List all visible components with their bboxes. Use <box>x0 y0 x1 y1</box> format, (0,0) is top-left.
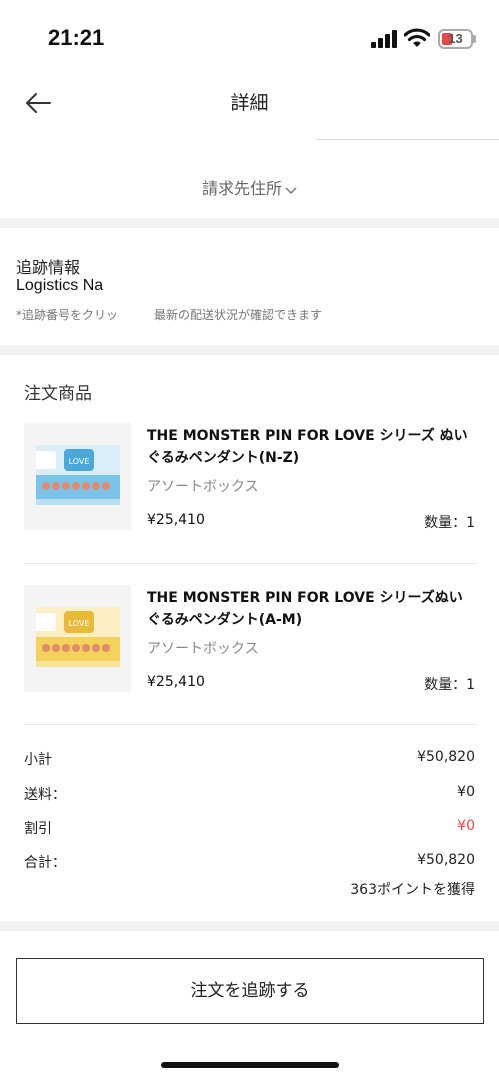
shipping-value: ¥0 <box>457 784 475 800</box>
product-item[interactable]: LOVE THE MONSTER PIN FOR LOVE シリーズ ぬいぐるみ… <box>24 423 475 531</box>
section-title: 注文商品 <box>24 384 92 404</box>
product-item[interactable]: LOVE THE MONSTER PIN FOR LOVE シリーズぬいぐるみペ… <box>24 585 475 693</box>
product-name[interactable]: THE MONSTER PIN FOR LOVE シリーズぬいぐるみペンダント(… <box>147 587 475 631</box>
home-indicator[interactable] <box>161 1062 339 1068</box>
item-divider <box>24 563 475 564</box>
subtotal-label: 小計 <box>24 752 52 768</box>
battery-icon: 13 <box>438 29 476 49</box>
page-title: 詳細 <box>230 92 269 114</box>
total-value: ¥50,820 <box>417 852 475 868</box>
svg-text:LOVE: LOVE <box>69 457 90 466</box>
subtotal-row: 小計 ¥50,820 <box>24 749 475 769</box>
billing-address-label: 請求先住所 <box>201 179 282 198</box>
product-variant: アソートボックス <box>147 641 259 657</box>
navigation-bar: 詳細 <box>0 76 499 140</box>
product-name[interactable]: THE MONSTER PIN FOR LOVE シリーズ ぬいぐるみペンダント… <box>147 425 475 469</box>
shipping-row: 送料： ¥0 <box>24 784 475 804</box>
track-order-button[interactable]: 注文を追跡する <box>16 958 484 1024</box>
cellular-signal-icon <box>371 30 397 48</box>
total-label: 合計： <box>24 855 66 871</box>
wifi-icon <box>404 28 430 47</box>
shipping-label: 送料： <box>24 787 66 803</box>
summary-divider <box>24 724 475 725</box>
product-image[interactable]: LOVE <box>24 423 131 530</box>
svg-text:LOVE: LOVE <box>69 619 90 628</box>
product-image[interactable]: LOVE <box>24 585 131 692</box>
tracking-note: *追跡番号をクリッ 最新の配送状況が確認できます <box>16 308 323 322</box>
product-price: ¥25,410 <box>147 512 205 528</box>
product-quantity: 数量：1 <box>424 515 475 531</box>
total-row: 合計： ¥50,820 <box>24 852 475 872</box>
status-time: 21:21 <box>48 25 105 50</box>
section-gap <box>0 345 499 355</box>
product-price: ¥25,410 <box>147 674 205 690</box>
discount-value: ¥0 <box>457 818 475 834</box>
discount-label: 割引 <box>24 821 52 837</box>
subtotal-value: ¥50,820 <box>417 749 475 765</box>
section-gap <box>0 921 499 931</box>
product-variant: アソートボックス <box>147 479 259 495</box>
section-gap <box>0 218 499 228</box>
tracking-section: 追跡情報 Logistics Na *追跡番号をクリッ 最新の配送状況が確認でき… <box>0 228 499 345</box>
status-bar: 21:21 13 <box>0 0 499 76</box>
tracking-title: 追跡情報 <box>16 258 81 277</box>
billing-section: 請求先住所 <box>0 140 499 218</box>
points-earned: 363ポイントを獲得 <box>350 882 475 898</box>
product-quantity: 数量：1 <box>424 677 475 693</box>
discount-row: 割引 ¥0 <box>24 818 475 838</box>
billing-address-toggle[interactable]: 請求先住所 <box>0 175 499 199</box>
battery-level: 13 <box>448 31 463 46</box>
tracking-number[interactable]: Logistics Na <box>16 277 103 295</box>
chevron-down-icon <box>285 186 297 194</box>
